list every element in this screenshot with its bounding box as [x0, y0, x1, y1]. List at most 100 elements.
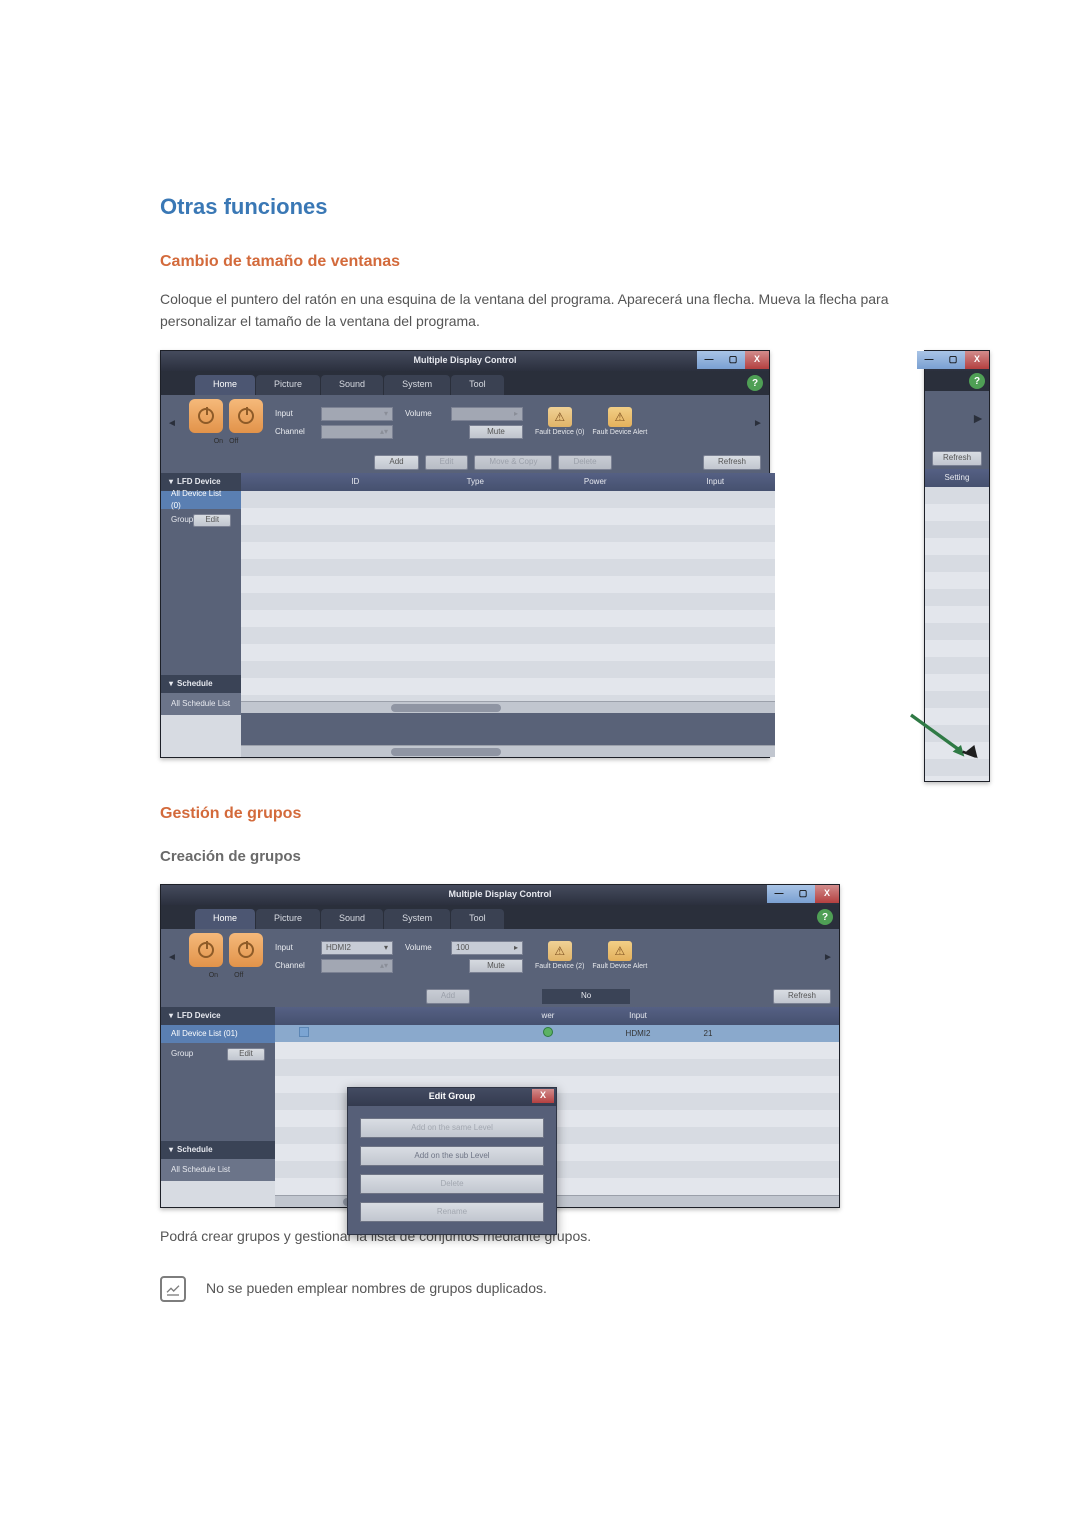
tab-sound[interactable]: Sound [321, 909, 383, 929]
power-off-label: Off [234, 971, 243, 982]
delete-button[interactable]: Delete [558, 455, 611, 470]
sidebar-lfd-label: LFD Device [177, 1010, 221, 1022]
power-off-button[interactable] [229, 399, 263, 433]
sidebar-all-list[interactable]: All Device List (01) [161, 1025, 275, 1043]
minimize-button[interactable]: — [767, 885, 791, 903]
ribbon-prev-icon[interactable]: ◄ [167, 395, 177, 451]
input-value: HDMI2 [326, 942, 351, 954]
close-button[interactable]: X [815, 885, 839, 903]
channel-stepper[interactable]: ▴▾ [321, 425, 393, 439]
group-edit-button[interactable]: Edit [227, 1048, 265, 1061]
sidebar-schedule-label: Schedule [177, 678, 213, 690]
volume-label: Volume [405, 408, 447, 420]
power-on-button[interactable] [189, 399, 223, 433]
fault-alert-item[interactable]: ⚠ Fault Device Alert [592, 407, 647, 439]
dialog-title-text: Edit Group [429, 1090, 476, 1104]
tab-picture[interactable]: Picture [256, 909, 320, 929]
subheading-groups: Gestión de grupos [160, 802, 920, 827]
fault-device-item[interactable]: ⚠ Fault Device (0) [535, 407, 584, 439]
app-window-main: Multiple Display Control — ▢ X ? Home Pi… [160, 350, 770, 758]
mute-button[interactable]: Mute [469, 959, 523, 973]
sidebar-schedule-label: Schedule [177, 1144, 213, 1156]
ribbon-next-icon[interactable]: ► [971, 408, 985, 430]
refresh-button[interactable]: Refresh [773, 989, 831, 1004]
alert-icon: ⚠ [608, 941, 632, 961]
tab-picture[interactable]: Picture [256, 375, 320, 395]
scroll-thumb[interactable] [391, 704, 501, 712]
volume-field[interactable]: ▸ [451, 407, 523, 421]
close-button[interactable]: X [745, 351, 769, 369]
maximize-button[interactable]: ▢ [941, 351, 965, 369]
tab-system[interactable]: System [384, 909, 450, 929]
tab-sound[interactable]: Sound [321, 375, 383, 395]
power-off-button[interactable] [229, 933, 263, 967]
minimize-button[interactable]: — [697, 351, 721, 369]
volume-field[interactable]: 100▸ [451, 941, 523, 955]
volume-label: Volume [405, 942, 447, 954]
input-label: Input [275, 942, 317, 954]
col-input: Input [593, 1010, 683, 1022]
volume-value: 100 [456, 942, 469, 954]
col-id: ID [295, 476, 415, 488]
input-dropdown[interactable]: ▾ [321, 407, 393, 421]
group-label: Group [171, 1048, 193, 1060]
add-button[interactable]: Add [426, 989, 470, 1004]
row-checkbox[interactable] [299, 1027, 309, 1037]
input-dropdown[interactable]: HDMI2▾ [321, 941, 393, 955]
group-label: Group [171, 514, 193, 526]
all-schedule-list[interactable]: All Schedule List [161, 693, 241, 715]
device-grid [241, 491, 775, 701]
screenshot-resize: Multiple Display Control — ▢ X ? Home Pi… [160, 350, 920, 758]
move-copy-button[interactable]: Move & Copy [474, 455, 552, 470]
mute-button[interactable]: Mute [469, 425, 523, 439]
add-button[interactable]: Add [374, 455, 418, 470]
scrollbar-horizontal-2[interactable] [241, 745, 775, 757]
channel-label: Channel [275, 426, 317, 438]
maximize-button[interactable]: ▢ [791, 885, 815, 903]
edit-button[interactable]: Edit [425, 455, 469, 470]
tab-tool[interactable]: Tool [451, 909, 504, 929]
sidebar-all-list[interactable]: All Device List (0) [161, 491, 241, 509]
col-input: Input [655, 476, 775, 488]
delete-group-button[interactable]: Delete [360, 1174, 544, 1194]
table-row[interactable]: HDMI2 21 [275, 1025, 839, 1042]
fault-alert-item[interactable]: ⚠ Fault Device Alert [592, 941, 647, 973]
ribbon-next-icon[interactable]: ► [753, 395, 763, 451]
ribbon-next-icon[interactable]: ► [823, 929, 833, 985]
refresh-button[interactable]: Refresh [932, 451, 982, 466]
power-on-button[interactable] [189, 933, 223, 967]
paragraph-resize: Coloque el puntero del ratón en una esqu… [160, 289, 920, 332]
sidebar-section-lfd[interactable]: ▾LFD Device [161, 1007, 275, 1025]
tab-system[interactable]: System [384, 375, 450, 395]
group-edit-button[interactable]: Edit [193, 514, 231, 527]
ribbon-prev-icon[interactable]: ◄ [167, 929, 177, 985]
obscured-col-header: No [542, 989, 630, 1004]
refresh-button[interactable]: Refresh [703, 455, 761, 470]
channel-stepper[interactable]: ▴▾ [321, 959, 393, 973]
scroll-thumb[interactable] [391, 748, 501, 756]
scrollbar-horizontal[interactable] [241, 701, 775, 713]
maximize-button[interactable]: ▢ [721, 351, 745, 369]
sidebar-section-schedule[interactable]: ▾Schedule [161, 675, 241, 693]
add-sub-level-button[interactable]: Add on the sub Level [360, 1146, 544, 1166]
fault-device-item[interactable]: ⚠ Fault Device (2) [535, 941, 584, 973]
fault-alert-label: Fault Device Alert [592, 428, 647, 439]
close-button[interactable]: X [965, 351, 989, 369]
app-window-groups: Multiple Display Control — ▢ X ? Home Pi… [160, 884, 840, 1208]
power-icon [238, 408, 254, 424]
input-label: Input [275, 408, 317, 420]
sidebar-section-schedule[interactable]: ▾Schedule [161, 1141, 275, 1159]
group-row: Group Edit [161, 509, 241, 531]
tab-bar: Home Picture Sound System Tool [161, 371, 769, 395]
rename-group-button[interactable]: Rename [360, 1202, 544, 1222]
tab-tool[interactable]: Tool [451, 375, 504, 395]
tab-home[interactable]: Home [195, 909, 255, 929]
minimize-button[interactable]: — [917, 351, 941, 369]
row-input-value: HDMI2 [593, 1028, 683, 1040]
col-setting: Setting [925, 469, 989, 487]
all-schedule-list[interactable]: All Schedule List [161, 1159, 275, 1181]
dialog-close-button[interactable]: X [532, 1089, 554, 1103]
tab-home[interactable]: Home [195, 375, 255, 395]
help-icon[interactable]: ? [969, 373, 985, 389]
add-same-level-button[interactable]: Add on the same Level [360, 1118, 544, 1138]
